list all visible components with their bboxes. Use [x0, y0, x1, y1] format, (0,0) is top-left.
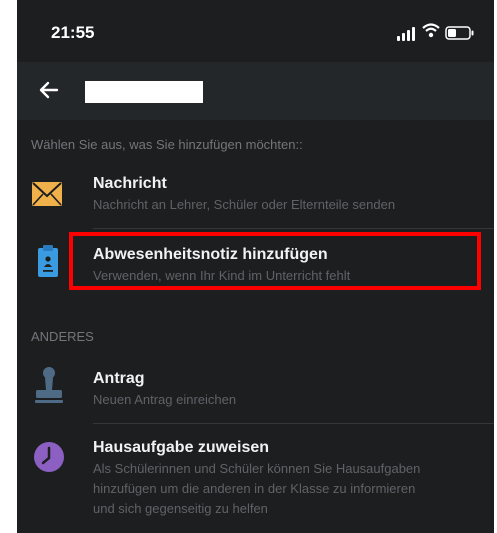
stamp-icon	[35, 367, 63, 403]
item-subtitle-line: Als Schülerinnen und Schüler können Sie …	[93, 461, 421, 476]
divider	[93, 423, 494, 424]
annotation-arrow-icon	[0, 300, 3, 330]
envelope-icon	[32, 182, 62, 206]
section-label: ANDERES	[31, 329, 94, 344]
status-bar: 21:55	[17, 0, 494, 62]
wifi-icon	[422, 23, 440, 38]
item-subtitle: Neuen Antrag einreichen	[93, 392, 237, 407]
highlight-box	[69, 232, 481, 290]
add-prompt: Wählen Sie aus, was Sie hinzufügen möcht…	[31, 137, 303, 152]
redacted-title	[85, 81, 203, 103]
app-bar	[17, 62, 494, 120]
item-title: Hausaufgabe zuweisen	[93, 439, 270, 456]
arrow-left-icon[interactable]	[37, 78, 61, 102]
divider	[93, 228, 494, 229]
signal-icon	[397, 27, 415, 41]
item-subtitle-line: und sich gegenseitig zu helfen	[93, 501, 268, 516]
phone-screen: 21:55 Wählen Sie aus, was Sie hinzufügen…	[17, 0, 494, 533]
status-time: 21:55	[51, 23, 95, 42]
item-title: Antrag	[93, 370, 145, 387]
clock-icon	[34, 442, 64, 472]
item-subtitle-line: hinzufügen um die anderen in der Klasse …	[93, 481, 416, 496]
clipboard-icon	[38, 245, 58, 277]
battery-icon	[445, 26, 474, 40]
item-subtitle: Nachricht an Lehrer, Schüler oder Eltern…	[93, 197, 396, 212]
item-title: Nachricht	[93, 175, 167, 192]
